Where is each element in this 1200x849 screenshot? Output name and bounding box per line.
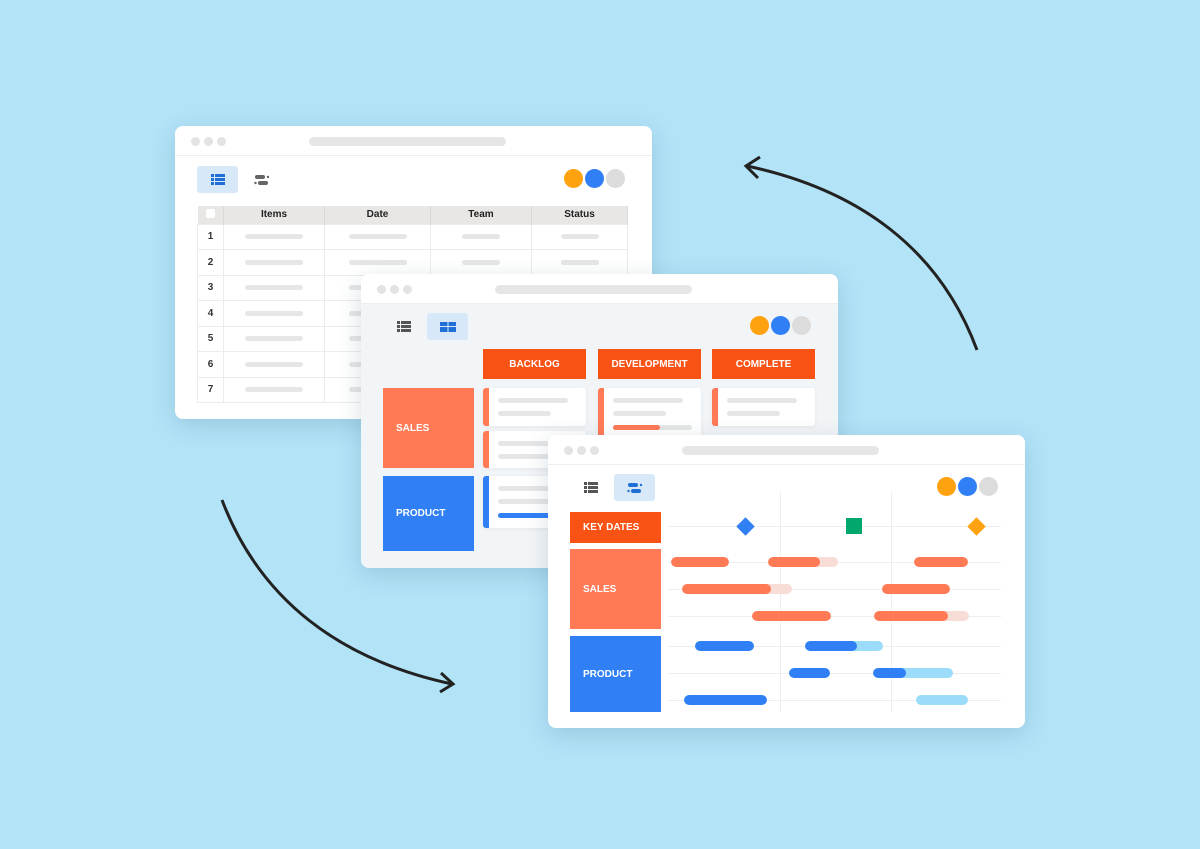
placeholder-cell [430, 249, 532, 276]
address-bar[interactable] [309, 137, 506, 146]
placeholder-cell [223, 376, 325, 403]
placeholder-cell [324, 249, 431, 276]
avatar[interactable] [792, 316, 811, 335]
column-backlog[interactable]: BACKLOG [483, 349, 586, 379]
avatar[interactable] [979, 477, 998, 496]
placeholder-cell [324, 223, 431, 250]
group-sales[interactable]: SALES [570, 549, 661, 629]
task-card[interactable] [483, 388, 586, 426]
column-header-items[interactable]: Items [223, 206, 325, 224]
placeholder-cell [223, 249, 325, 276]
timeline-task-bar[interactable] [682, 584, 792, 594]
list-view-button[interactable] [570, 474, 611, 501]
row-number: 6 [197, 351, 224, 378]
address-bar[interactable] [495, 285, 692, 294]
row-number: 4 [197, 300, 224, 327]
row-number: 3 [197, 274, 224, 301]
row-number: 7 [197, 376, 224, 403]
table-row[interactable]: 1 [197, 223, 628, 250]
avatar[interactable] [750, 316, 769, 335]
milestone-diamond-icon[interactable] [735, 516, 755, 536]
list-icon [396, 321, 411, 332]
placeholder-cell [223, 351, 325, 378]
avatar[interactable] [937, 477, 956, 496]
timeline-task-bar[interactable] [789, 668, 830, 678]
window-dot[interactable] [191, 137, 200, 146]
group-product[interactable]: PRODUCT [570, 636, 661, 712]
timeline-task-bar[interactable] [873, 668, 953, 678]
avatar[interactable] [606, 169, 625, 188]
column-complete[interactable]: COMPLETE [712, 349, 815, 379]
window-dot[interactable] [577, 446, 586, 455]
row-number: 2 [197, 249, 224, 276]
board-icon [439, 321, 456, 332]
timeline-task-bar[interactable] [882, 584, 950, 594]
window-dot[interactable] [564, 446, 573, 455]
list-view-button[interactable] [197, 166, 238, 193]
milestone-square-icon[interactable] [846, 518, 862, 534]
placeholder-cell [223, 325, 325, 352]
milestone-diamond-icon[interactable] [966, 516, 986, 536]
group-sales[interactable]: SALES [383, 388, 474, 468]
timeline-view-button[interactable] [241, 166, 282, 193]
title-bar [361, 274, 838, 304]
window-dot[interactable] [590, 446, 599, 455]
list-view-button[interactable] [383, 313, 424, 340]
column-header-team[interactable]: Team [430, 206, 532, 224]
gridline [780, 491, 781, 712]
placeholder-cell [223, 274, 325, 301]
timeline-task-bar[interactable] [684, 695, 767, 705]
timeline-task-bar[interactable] [914, 557, 968, 567]
column-header-date[interactable]: Date [324, 206, 431, 224]
avatar[interactable] [771, 316, 790, 335]
avatar[interactable] [564, 169, 583, 188]
placeholder-cell [531, 223, 628, 250]
window-dot[interactable] [217, 137, 226, 146]
timeline-icon [253, 174, 269, 185]
address-bar[interactable] [682, 446, 879, 455]
row-number: 1 [197, 223, 224, 250]
gridline [891, 491, 892, 712]
placeholder-cell [531, 249, 628, 276]
board-view-button[interactable] [427, 313, 468, 340]
avatar[interactable] [958, 477, 977, 496]
timeline-task-bar[interactable] [695, 641, 754, 651]
group-product[interactable]: PRODUCT [383, 476, 474, 551]
window-dot[interactable] [204, 137, 213, 146]
avatar[interactable] [585, 169, 604, 188]
timeline-task-bar[interactable] [805, 641, 883, 651]
window-dot[interactable] [377, 285, 386, 294]
timeline-window: KEY DATES SALES PRODUCT [548, 435, 1025, 728]
list-icon [583, 482, 598, 493]
timeline-row-line [668, 526, 1001, 527]
timeline-icon [626, 482, 642, 493]
progress-bar [613, 425, 692, 430]
title-bar [175, 126, 652, 156]
window-dot[interactable] [390, 285, 399, 294]
placeholder-cell [223, 300, 325, 327]
placeholder-cell [430, 223, 532, 250]
table-row[interactable]: 2 [197, 249, 628, 276]
task-card[interactable] [598, 388, 701, 440]
timeline-task-bar[interactable] [768, 557, 838, 567]
timeline-task-bar[interactable] [752, 611, 831, 621]
window-dot[interactable] [403, 285, 412, 294]
timeline-task-bar[interactable] [916, 695, 968, 705]
list-icon [210, 174, 225, 185]
timeline-view-button[interactable] [614, 474, 655, 501]
select-all-checkbox[interactable] [197, 206, 224, 224]
column-development[interactable]: DEVELOPMENT [598, 349, 701, 379]
title-bar [548, 435, 1025, 465]
task-card[interactable] [712, 388, 815, 426]
timeline-task-bar[interactable] [874, 611, 969, 621]
group-key-dates[interactable]: KEY DATES [570, 512, 661, 543]
column-header-status[interactable]: Status [531, 206, 628, 224]
row-number: 5 [197, 325, 224, 352]
placeholder-cell [223, 223, 325, 250]
timeline-task-bar[interactable] [671, 557, 729, 567]
